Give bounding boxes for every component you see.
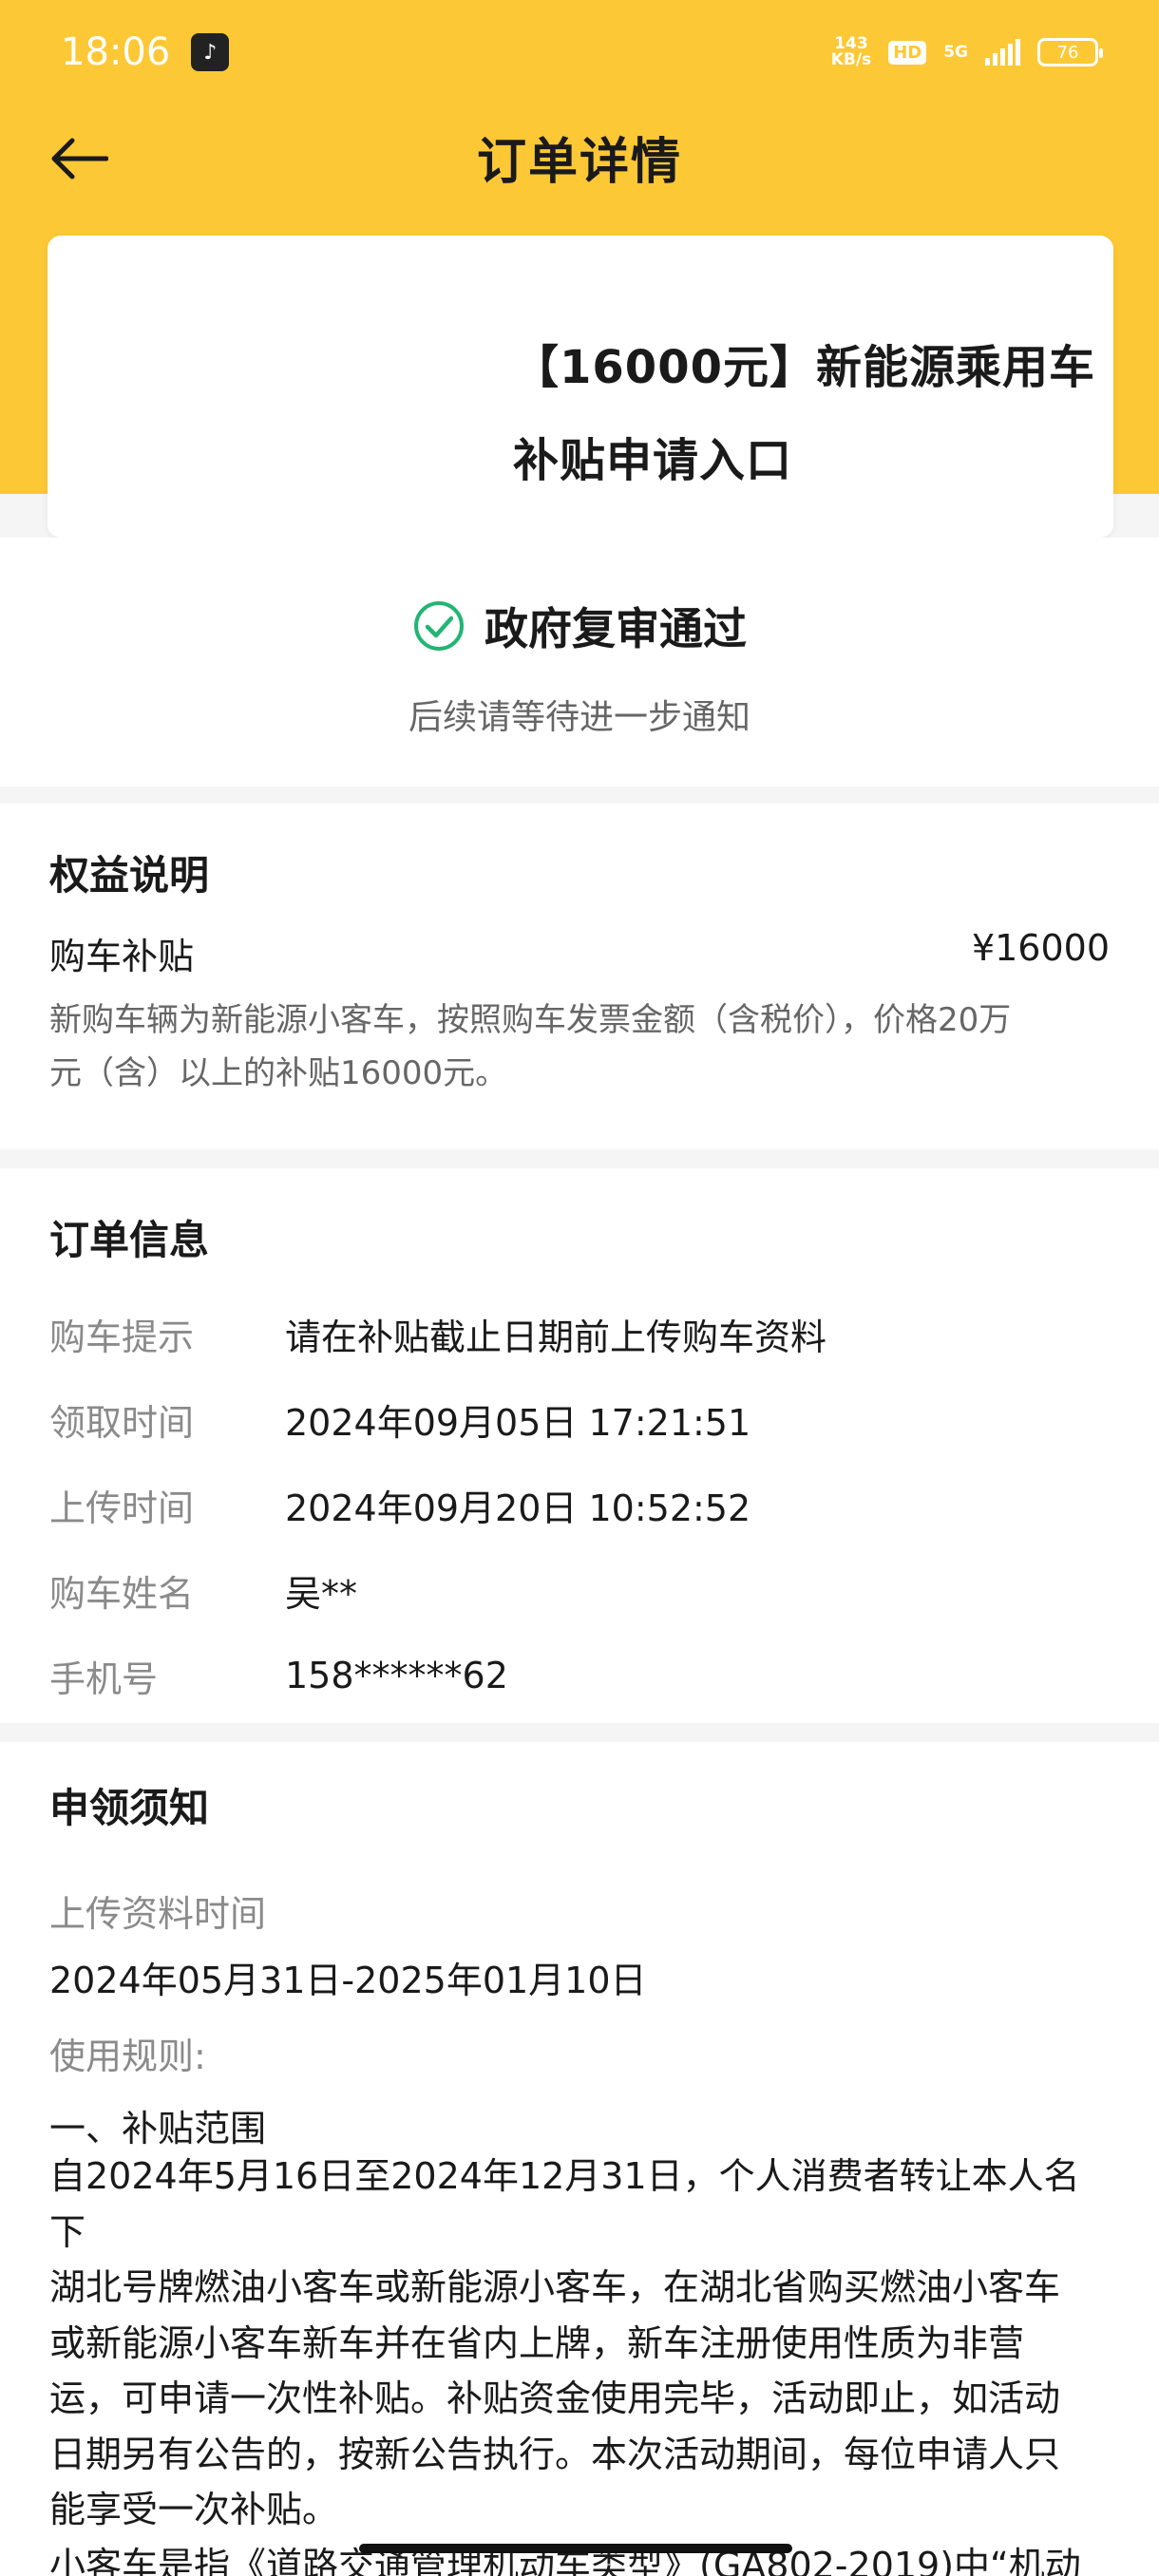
rules-line: 日期另有公告的，按新公告执行。本次活动期间，每位申请人只	[49, 2433, 1061, 2475]
signal-icon	[985, 39, 1020, 66]
rules-heading: 一、补贴范围	[49, 2108, 267, 2150]
rules-body: 自2024年5月16日至2024年12月31日，个人消费者转让本人名下 湖北号牌…	[49, 2149, 1113, 2576]
benefit-description-line: 新购车辆为新能源小客车，按照购车发票金额（含税价），价格20万	[49, 1001, 1012, 1039]
network-speed-unit: KB/s	[830, 50, 872, 69]
info-row: 手机号 158******62	[49, 1647, 508, 1704]
info-label: 购车姓名	[49, 1572, 195, 1615]
order-info-title: 订单信息	[49, 1217, 210, 1263]
status-bar: 18:06 ♪ 143 KB/s HD 5G 76	[0, 0, 1159, 104]
rules-label: 使用规则:	[49, 2036, 206, 2077]
review-status-section: 政府复审通过 后续请等待进一步通知	[0, 538, 1159, 786]
network-type: 5G	[943, 43, 968, 62]
arrow-left-icon	[51, 138, 108, 180]
status-time: 18:06	[61, 30, 171, 74]
info-label: 手机号	[49, 1657, 159, 1700]
product-title: 【16000元】新能源乘用车 补贴申请入口	[513, 321, 1121, 507]
info-label: 领取时间	[49, 1401, 195, 1444]
product-title-line2: 补贴申请入口	[513, 434, 793, 487]
check-circle-icon	[414, 601, 464, 651]
benefit-title: 权益说明	[49, 852, 210, 899]
navigation-bar: 订单详情	[0, 104, 1159, 209]
info-value: 2024年09月20日 10:52:52	[285, 1487, 751, 1529]
status-row: 政府复审通过	[412, 595, 747, 657]
battery-icon: 76	[1037, 38, 1103, 66]
upload-time-label: 上传资料时间	[49, 1893, 267, 1935]
rules-line: 能享受一次补贴。	[49, 2489, 339, 2530]
product-title-line1: 【16000元】新能源乘用车	[513, 341, 1095, 394]
back-button[interactable]	[48, 127, 110, 190]
notice-section: 申领须知 上传资料时间 2024年05月31日-2025年01月10日 使用规则…	[0, 1742, 1159, 2576]
upload-time-value: 2024年05月31日-2025年01月10日	[49, 1960, 647, 2001]
info-row: 购车提示 请在补贴截止日期前上传购车资料	[49, 1305, 826, 1362]
status-text: 政府复审通过	[484, 603, 747, 654]
notice-title: 申领须知	[49, 1785, 210, 1831]
info-value: 请在补贴截止日期前上传购车资料	[285, 1316, 827, 1358]
rules-line: 自2024年5月16日至2024年12月31日，个人消费者转让本人名下	[49, 2155, 1080, 2253]
status-subtext: 后续请等待进一步通知	[408, 698, 750, 737]
rules-line: 湖北号牌燃油小客车或新能源小客车，在湖北省购买燃油小客车	[49, 2266, 1061, 2308]
info-row: 上传时间 2024年09月20日 10:52:52	[49, 1476, 750, 1533]
info-row: 购车姓名 吴**	[49, 1562, 357, 1619]
battery-level: 76	[1056, 42, 1079, 63]
info-value: 158******62	[285, 1655, 508, 1696]
info-label: 购车提示	[49, 1316, 195, 1358]
info-row: 领取时间 2024年09月05日 17:21:51	[49, 1391, 750, 1448]
info-value: 吴**	[285, 1572, 358, 1615]
benefit-section: 权益说明 购车补贴 ¥16000 新购车辆为新能源小客车，按照购车发票金额（含税…	[0, 804, 1159, 1149]
rules-line: 或新能源小客车新车并在省内上牌，新车注册使用性质为非营	[49, 2321, 1025, 2364]
rules-line: 运，可申请一次性补贴。补贴资金使用完毕，活动即止，如活动	[49, 2377, 1061, 2419]
page-title: 订单详情	[476, 133, 682, 191]
order-info-section: 订单信息 购车提示 请在补贴截止日期前上传购车资料 领取时间 2024年09月0…	[0, 1168, 1159, 1723]
status-indicators: 143 KB/s HD 5G 76	[831, 36, 1103, 68]
benefit-price: ¥16000	[971, 927, 1110, 969]
hd-icon: HD	[888, 40, 927, 65]
benefit-description: 新购车辆为新能源小客车，按照购车发票金额（含税价），价格20万 元（含）以上的补…	[49, 994, 1113, 1100]
sound-app-icon: ♪	[191, 33, 230, 71]
home-indicator[interactable]	[359, 2544, 792, 2553]
product-card[interactable]: 【16000元】新能源乘用车 补贴申请入口	[48, 236, 1113, 538]
info-value: 2024年09月05日 17:21:51	[285, 1401, 751, 1444]
network-speed: 143 KB/s	[831, 36, 871, 68]
info-label: 上传时间	[49, 1487, 195, 1529]
benefit-name: 购车补贴	[49, 936, 195, 977]
benefit-description-line: 元（含）以上的补贴16000元。	[49, 1054, 508, 1092]
